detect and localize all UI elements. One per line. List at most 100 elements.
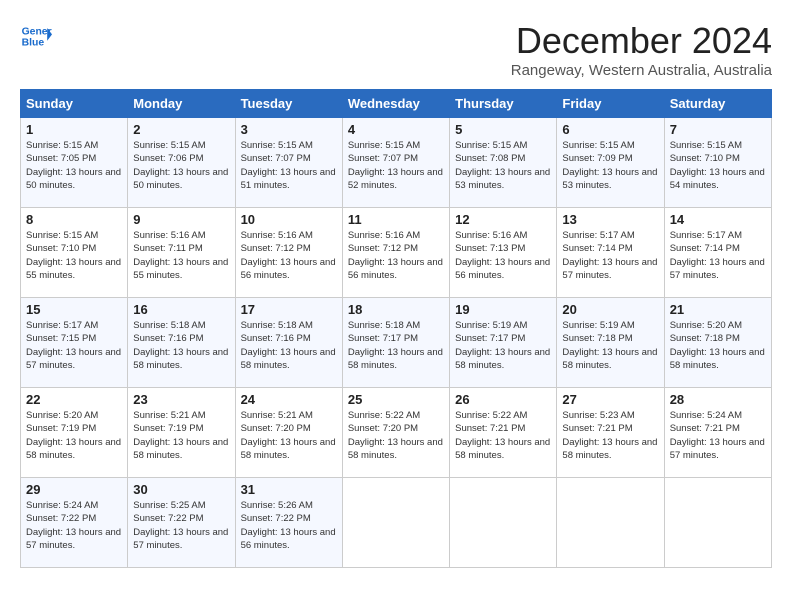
- day-info: Sunrise: 5:15 AMSunset: 7:07 PMDaylight:…: [348, 139, 444, 192]
- header-cell-friday: Friday: [557, 90, 664, 118]
- calendar-cell: 6 Sunrise: 5:15 AMSunset: 7:09 PMDaylight…: [557, 118, 664, 208]
- day-number: 22: [26, 392, 122, 407]
- calendar-cell: 10 Sunrise: 5:16 AMSunset: 7:12 PMDayligh…: [235, 208, 342, 298]
- day-number: 30: [133, 482, 229, 497]
- day-info: Sunrise: 5:21 AMSunset: 7:19 PMDaylight:…: [133, 409, 229, 462]
- day-number: 20: [562, 302, 658, 317]
- month-title: December 2024: [511, 20, 772, 62]
- day-info: Sunrise: 5:17 AMSunset: 7:14 PMDaylight:…: [670, 229, 766, 282]
- calendar-cell: 31 Sunrise: 5:26 AMSunset: 7:22 PMDayligh…: [235, 478, 342, 568]
- day-info: Sunrise: 5:22 AMSunset: 7:20 PMDaylight:…: [348, 409, 444, 462]
- day-number: 2: [133, 122, 229, 137]
- calendar-cell: 27 Sunrise: 5:23 AMSunset: 7:21 PMDayligh…: [557, 388, 664, 478]
- day-number: 12: [455, 212, 551, 227]
- day-number: 4: [348, 122, 444, 137]
- logo-icon: General Blue: [20, 20, 52, 52]
- calendar-cell: 29 Sunrise: 5:24 AMSunset: 7:22 PMDayligh…: [21, 478, 128, 568]
- day-number: 11: [348, 212, 444, 227]
- calendar-cell: [664, 478, 771, 568]
- calendar-cell: 26Sunrise: 5:22 AMSunset: 7:21 PMDayligh…: [450, 388, 557, 478]
- header-cell-sunday: Sunday: [21, 90, 128, 118]
- day-info: Sunrise: 5:15 AMSunset: 7:10 PMDaylight:…: [670, 139, 766, 192]
- calendar-cell: 20 Sunrise: 5:19 AMSunset: 7:18 PMDayligh…: [557, 298, 664, 388]
- day-number: 6: [562, 122, 658, 137]
- day-number: 13: [562, 212, 658, 227]
- day-info: Sunrise: 5:16 AMSunset: 7:12 PMDaylight:…: [241, 229, 337, 282]
- day-number: 5: [455, 122, 551, 137]
- calendar-cell: 15 Sunrise: 5:17 AMSunset: 7:15 PMDayligh…: [21, 298, 128, 388]
- calendar-cell: 5 Sunrise: 5:15 AMSunset: 7:08 PMDaylight…: [450, 118, 557, 208]
- calendar-cell: [450, 478, 557, 568]
- calendar-cell: 19Sunrise: 5:19 AMSunset: 7:17 PMDayligh…: [450, 298, 557, 388]
- day-info: Sunrise: 5:26 AMSunset: 7:22 PMDaylight:…: [241, 499, 337, 552]
- logo: General Blue: [20, 20, 52, 52]
- day-number: 23: [133, 392, 229, 407]
- title-block: December 2024 Rangeway, Western Australi…: [511, 20, 772, 79]
- day-number: 9: [133, 212, 229, 227]
- day-number: 18: [348, 302, 444, 317]
- day-number: 14: [670, 212, 766, 227]
- day-info: Sunrise: 5:20 AMSunset: 7:19 PMDaylight:…: [26, 409, 122, 462]
- day-number: 28: [670, 392, 766, 407]
- calendar-cell: 2 Sunrise: 5:15 AMSunset: 7:06 PMDaylight…: [128, 118, 235, 208]
- day-number: 17: [241, 302, 337, 317]
- location-title: Rangeway, Western Australia, Australia: [511, 62, 772, 79]
- calendar-cell: 3 Sunrise: 5:15 AMSunset: 7:07 PMDaylight…: [235, 118, 342, 208]
- calendar-cell: 13 Sunrise: 5:17 AMSunset: 7:14 PMDayligh…: [557, 208, 664, 298]
- header-cell-wednesday: Wednesday: [342, 90, 449, 118]
- calendar-cell: 11 Sunrise: 5:16 AMSunset: 7:12 PMDayligh…: [342, 208, 449, 298]
- day-info: Sunrise: 5:16 AMSunset: 7:11 PMDaylight:…: [133, 229, 229, 282]
- day-info: Sunrise: 5:21 AMSunset: 7:20 PMDaylight:…: [241, 409, 337, 462]
- day-info: Sunrise: 5:16 AMSunset: 7:12 PMDaylight:…: [348, 229, 444, 282]
- calendar-cell: 18Sunrise: 5:18 AMSunset: 7:17 PMDayligh…: [342, 298, 449, 388]
- day-number: 24: [241, 392, 337, 407]
- calendar-cell: 24 Sunrise: 5:21 AMSunset: 7:20 PMDayligh…: [235, 388, 342, 478]
- day-number: 27: [562, 392, 658, 407]
- day-info: Sunrise: 5:19 AMSunset: 7:18 PMDaylight:…: [562, 319, 658, 372]
- calendar-week-1: 1Sunrise: 5:15 AMSunset: 7:05 PMDaylight…: [21, 118, 772, 208]
- calendar-week-5: 29 Sunrise: 5:24 AMSunset: 7:22 PMDayligh…: [21, 478, 772, 568]
- day-info: Sunrise: 5:17 AMSunset: 7:15 PMDaylight:…: [26, 319, 122, 372]
- calendar-cell: 1Sunrise: 5:15 AMSunset: 7:05 PMDaylight…: [21, 118, 128, 208]
- svg-text:Blue: Blue: [22, 38, 45, 49]
- day-info: Sunrise: 5:24 AMSunset: 7:21 PMDaylight:…: [670, 409, 766, 462]
- calendar-cell: 30 Sunrise: 5:25 AMSunset: 7:22 PMDayligh…: [128, 478, 235, 568]
- day-number: 10: [241, 212, 337, 227]
- day-info: Sunrise: 5:24 AMSunset: 7:22 PMDaylight:…: [26, 499, 122, 552]
- calendar-cell: 12 Sunrise: 5:16 AMSunset: 7:13 PMDayligh…: [450, 208, 557, 298]
- header-cell-monday: Monday: [128, 90, 235, 118]
- day-info: Sunrise: 5:15 AMSunset: 7:09 PMDaylight:…: [562, 139, 658, 192]
- day-info: Sunrise: 5:23 AMSunset: 7:21 PMDaylight:…: [562, 409, 658, 462]
- day-number: 16: [133, 302, 229, 317]
- day-info: Sunrise: 5:15 AMSunset: 7:06 PMDaylight:…: [133, 139, 229, 192]
- calendar-cell: 4 Sunrise: 5:15 AMSunset: 7:07 PMDaylight…: [342, 118, 449, 208]
- day-info: Sunrise: 5:20 AMSunset: 7:18 PMDaylight:…: [670, 319, 766, 372]
- day-info: Sunrise: 5:18 AMSunset: 7:16 PMDaylight:…: [133, 319, 229, 372]
- day-number: 7: [670, 122, 766, 137]
- calendar-cell: 16 Sunrise: 5:18 AMSunset: 7:16 PMDayligh…: [128, 298, 235, 388]
- calendar-week-3: 15 Sunrise: 5:17 AMSunset: 7:15 PMDayligh…: [21, 298, 772, 388]
- header-cell-thursday: Thursday: [450, 90, 557, 118]
- calendar-cell: [342, 478, 449, 568]
- calendar-header-row: SundayMondayTuesdayWednesdayThursdayFrid…: [21, 90, 772, 118]
- day-info: Sunrise: 5:17 AMSunset: 7:14 PMDaylight:…: [562, 229, 658, 282]
- day-info: Sunrise: 5:15 AMSunset: 7:07 PMDaylight:…: [241, 139, 337, 192]
- calendar-week-4: 22 Sunrise: 5:20 AMSunset: 7:19 PMDayligh…: [21, 388, 772, 478]
- calendar-body: 1Sunrise: 5:15 AMSunset: 7:05 PMDaylight…: [21, 118, 772, 568]
- day-number: 31: [241, 482, 337, 497]
- day-number: 25: [348, 392, 444, 407]
- calendar-table: SundayMondayTuesdayWednesdayThursdayFrid…: [20, 89, 772, 568]
- calendar-week-2: 8Sunrise: 5:15 AMSunset: 7:10 PMDaylight…: [21, 208, 772, 298]
- day-info: Sunrise: 5:15 AMSunset: 7:08 PMDaylight:…: [455, 139, 551, 192]
- day-number: 15: [26, 302, 122, 317]
- day-number: 21: [670, 302, 766, 317]
- day-info: Sunrise: 5:25 AMSunset: 7:22 PMDaylight:…: [133, 499, 229, 552]
- day-number: 3: [241, 122, 337, 137]
- calendar-cell: 7 Sunrise: 5:15 AMSunset: 7:10 PMDaylight…: [664, 118, 771, 208]
- day-info: Sunrise: 5:16 AMSunset: 7:13 PMDaylight:…: [455, 229, 551, 282]
- day-number: 1: [26, 122, 122, 137]
- day-number: 29: [26, 482, 122, 497]
- header-cell-saturday: Saturday: [664, 90, 771, 118]
- calendar-cell: 25 Sunrise: 5:22 AMSunset: 7:20 PMDayligh…: [342, 388, 449, 478]
- calendar-cell: 28 Sunrise: 5:24 AMSunset: 7:21 PMDayligh…: [664, 388, 771, 478]
